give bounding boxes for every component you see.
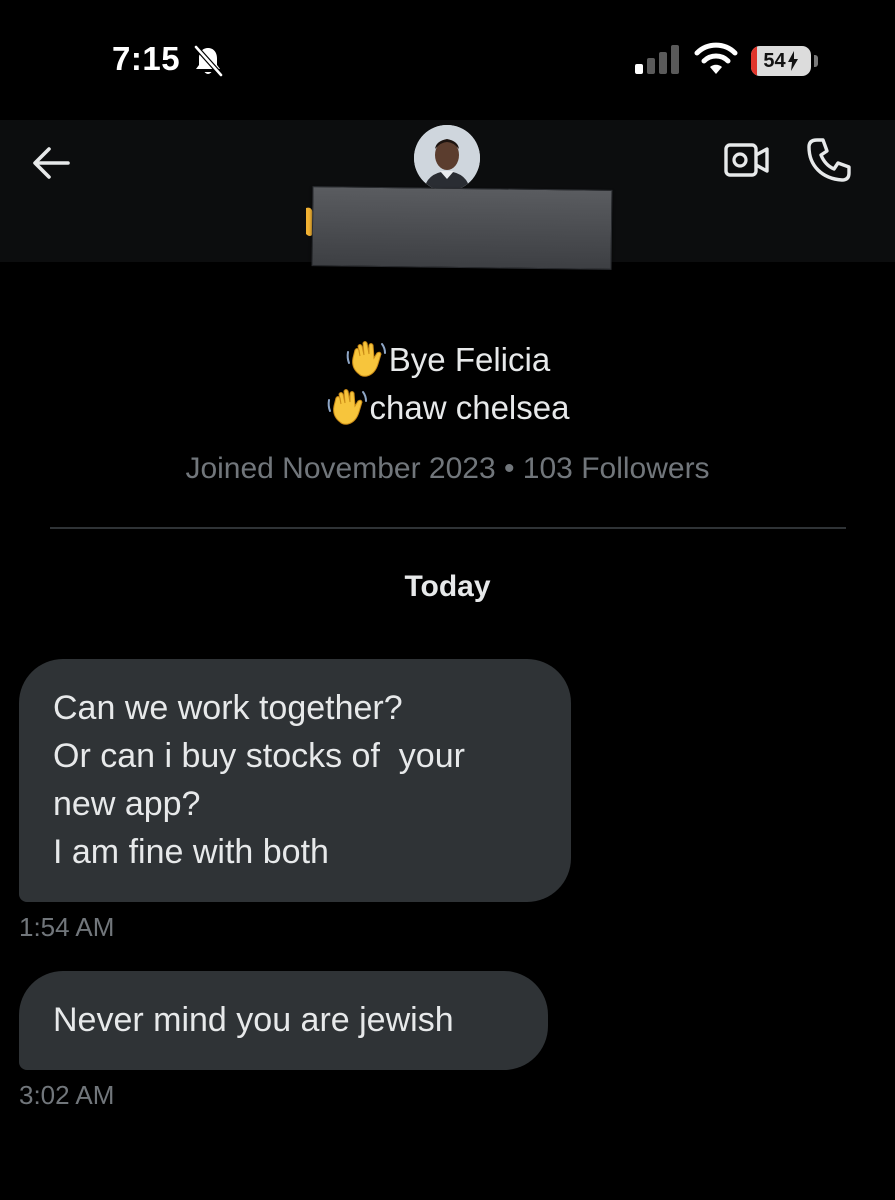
divider xyxy=(50,527,846,529)
message-timestamp: 1:54 AM xyxy=(19,912,115,942)
avatar[interactable] xyxy=(414,125,480,191)
message-bubble[interactable]: Can we work together? Or can i buy stock… xyxy=(19,659,571,902)
message-line: new app? xyxy=(53,785,201,823)
message-line: Can we work together? xyxy=(53,689,403,727)
waving-hand-icon xyxy=(327,389,367,425)
battery-charging-icon: 54 xyxy=(751,46,811,76)
profile-bio: Bye Felicia chaw chelsea xyxy=(0,336,895,432)
battery-low-indicator xyxy=(751,46,757,76)
joined-followers-info: Joined November 2023 • 103 Followers xyxy=(185,452,710,485)
waving-hand-icon xyxy=(346,341,386,377)
message-line: Or can i buy stocks of your xyxy=(53,737,465,775)
date-separator: Today xyxy=(404,570,491,603)
bio-line: Bye Felicia xyxy=(0,336,895,384)
cellular-signal-icon xyxy=(635,45,679,74)
status-time: 7:15 xyxy=(112,40,181,77)
battery-nub xyxy=(814,55,818,67)
message-timestamp: 3:02 AM xyxy=(19,1080,115,1110)
wifi-icon xyxy=(694,42,738,74)
back-arrow-icon[interactable] xyxy=(30,142,72,184)
message-line: Never mind you are jewish xyxy=(53,1001,454,1039)
name-redaction xyxy=(311,186,613,270)
avatar-photo xyxy=(414,125,480,191)
message-bubble[interactable]: Never mind you are jewish xyxy=(19,971,548,1070)
battery-level: 54 xyxy=(763,49,786,72)
video-call-icon[interactable] xyxy=(722,138,770,182)
bio-text: chaw chelsea xyxy=(369,389,570,426)
bio-line: chaw chelsea xyxy=(0,384,895,432)
bio-text: Bye Felicia xyxy=(388,341,551,378)
status-bar: 7:15 54 xyxy=(0,0,895,120)
bell-muted-icon xyxy=(194,45,223,77)
message-line: I am fine with both xyxy=(53,833,329,871)
charging-bolt-icon xyxy=(787,51,798,71)
phone-call-icon[interactable] xyxy=(805,136,853,184)
